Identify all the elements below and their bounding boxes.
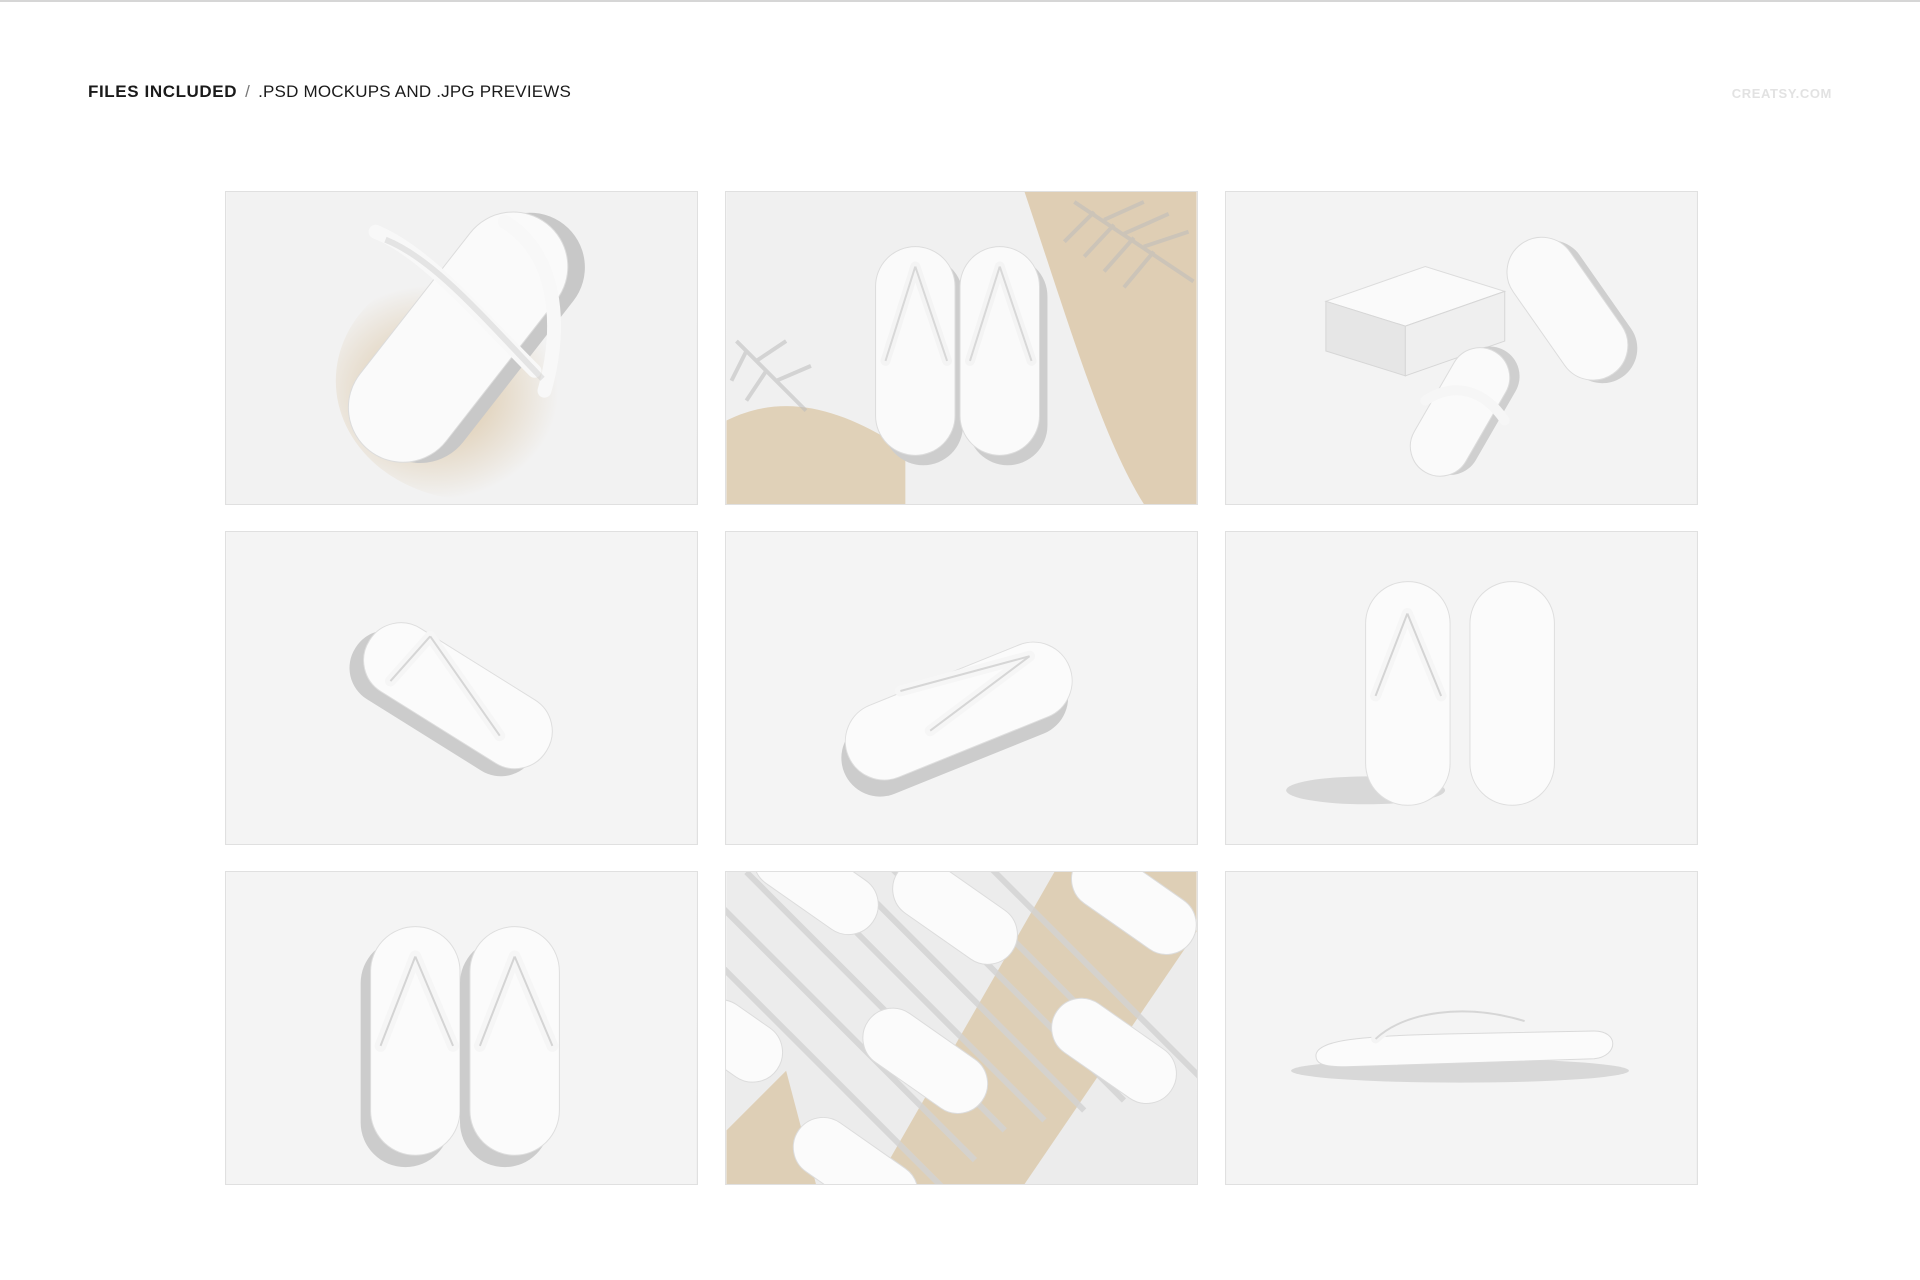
header-subtitle: .PSD MOCKUPS AND .JPG PREVIEWS [258,82,572,101]
flip-flop-pair-image [726,192,1197,504]
header-separator: / [245,82,251,101]
preview-image-5 [725,531,1198,845]
preview-image-6 [1225,531,1698,845]
preview-image-9 [1225,871,1698,1185]
flip-flop-pair-image [1226,532,1697,844]
preview-image-7 [225,871,698,1185]
flip-flop-side-image [1226,872,1697,1184]
brand-watermark: CREATSY.COM [1731,86,1832,101]
top-divider [0,0,1920,2]
page-header: FILES INCLUDED / .PSD MOCKUPS AND .JPG PRE… [88,82,571,102]
flip-flop-image [226,192,697,504]
preview-image-2 [725,191,1198,505]
flip-flop-image [726,532,1197,844]
preview-image-3 [1225,191,1698,505]
flip-flop-image [226,532,697,844]
preview-image-1 [225,191,698,505]
header-title: FILES INCLUDED [88,82,238,101]
flip-flop-box-image [1226,192,1697,504]
preview-image-8 [725,871,1198,1185]
preview-grid [225,191,1698,1185]
flip-flop-pair-image [226,872,697,1184]
preview-image-4 [225,531,698,845]
flip-flop-pattern-image [726,872,1197,1184]
